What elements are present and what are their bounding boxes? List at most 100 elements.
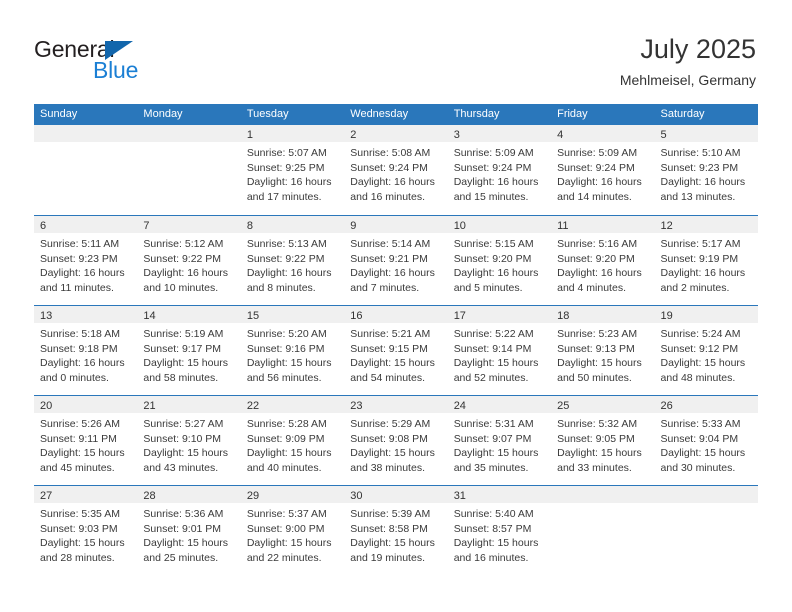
day-details: Sunrise: 5:26 AM Sunset: 9:11 PM Daylight:… — [34, 413, 137, 475]
sunset-text: Sunset: 9:08 PM — [350, 432, 428, 445]
day-cell[interactable]: 29 Sunrise: 5:37 AM Sunset: 9:00 PM Dayligh… — [240, 486, 345, 575]
day-cell[interactable]: 10 Sunrise: 5:15 AM Sunset: 9:20 PM Dayligh… — [447, 216, 552, 305]
daylight-text: Daylight: 15 hours and 38 minutes. — [350, 447, 435, 474]
day-cell[interactable]: 20 Sunrise: 5:26 AM Sunset: 9:11 PM Dayligh… — [34, 396, 138, 485]
sunrise-text: Sunrise: 5:35 AM — [40, 508, 120, 520]
day-details: Sunrise: 5:36 AM Sunset: 9:01 PM Daylight:… — [137, 503, 240, 565]
day-details: Sunrise: 5:20 AM Sunset: 9:16 PM Daylight:… — [241, 323, 344, 385]
day-number-band: 13 — [34, 306, 138, 323]
day-cell[interactable]: 13 Sunrise: 5:18 AM Sunset: 9:18 PM Dayligh… — [34, 306, 138, 395]
daylight-text: Daylight: 15 hours and 22 minutes. — [246, 537, 332, 564]
day-number: 17 — [453, 310, 466, 322]
weekday-wednesday: Wednesday — [350, 108, 409, 120]
sunset-text: Sunset: 9:07 PM — [453, 432, 532, 445]
day-cell[interactable]: 28 Sunrise: 5:36 AM Sunset: 9:01 PM Dayligh… — [137, 486, 241, 575]
day-cell[interactable]: 3 Sunrise: 5:09 AM Sunset: 9:24 PM Daylight… — [447, 125, 552, 214]
day-number: 29 — [246, 490, 260, 502]
day-number-band: 18 — [551, 306, 655, 323]
day-number-band: 8 — [240, 216, 345, 233]
day-cell[interactable]: 8 Sunrise: 5:13 AM Sunset: 9:22 PM Daylight… — [240, 216, 345, 305]
day-cell[interactable]: 26 Sunrise: 5:33 AM Sunset: 9:04 PM Dayligh… — [654, 396, 758, 485]
day-cell[interactable]: 1 Sunrise: 5:07 AM Sunset: 9:25 PM Daylight… — [240, 125, 345, 214]
daylight-text: Daylight: 15 hours and 43 minutes. — [143, 447, 229, 474]
day-cell[interactable]: 9 Sunrise: 5:14 AM Sunset: 9:21 PM Daylight… — [344, 216, 448, 305]
page-title: July 2025 — [640, 34, 756, 64]
sunrise-text: Sunrise: 5:09 AM — [557, 147, 638, 159]
day-details: Sunrise: 5:39 AM Sunset: 8:58 PM Daylight:… — [344, 503, 447, 565]
weekday-thursday: Thursday — [453, 108, 500, 120]
day-cell[interactable]: 11 Sunrise: 5:16 AM Sunset: 9:20 PM Dayligh… — [551, 216, 655, 305]
day-number-band — [654, 486, 758, 503]
sunset-text: Sunset: 9:13 PM — [557, 342, 635, 355]
day-cell[interactable]: 25 Sunrise: 5:32 AM Sunset: 9:05 PM Dayligh… — [551, 396, 655, 485]
day-cell[interactable]: 5 Sunrise: 5:10 AM Sunset: 9:23 PM Daylight… — [654, 125, 758, 214]
day-number-band: 7 — [137, 216, 241, 233]
day-cell[interactable]: 19 Sunrise: 5:24 AM Sunset: 9:12 PM Dayligh… — [654, 306, 758, 395]
day-cell[interactable]: 22 Sunrise: 5:28 AM Sunset: 9:09 PM Dayligh… — [240, 396, 345, 485]
daylight-text: Daylight: 15 hours and 19 minutes. — [350, 537, 435, 564]
day-number-band: 6 — [34, 216, 138, 233]
day-cell[interactable]: 24 Sunrise: 5:31 AM Sunset: 9:07 PM Dayligh… — [447, 396, 552, 485]
daylight-text: Daylight: 15 hours and 58 minutes. — [143, 357, 229, 384]
day-number: 21 — [143, 400, 156, 412]
day-number: 11 — [557, 220, 569, 232]
sunrise-text: Sunrise: 5:17 AM — [660, 238, 741, 250]
day-cell[interactable]: 7 Sunrise: 5:12 AM Sunset: 9:22 PM Daylight… — [137, 216, 241, 305]
day-number-band: 19 — [654, 306, 758, 323]
sunset-text: Sunset: 9:22 PM — [143, 252, 222, 265]
calendar-week-row: 20 Sunrise: 5:26 AM Sunset: 9:11 PM Dayligh… — [34, 395, 758, 485]
sunrise-text: Sunrise: 5:20 AM — [246, 328, 327, 340]
day-cell[interactable]: 23 Sunrise: 5:29 AM Sunset: 9:08 PM Dayligh… — [344, 396, 448, 485]
weekday-monday: Monday — [143, 108, 183, 120]
day-cell[interactable]: 31 Sunrise: 5:40 AM Sunset: 8:57 PM Dayligh… — [447, 486, 552, 575]
day-details: Sunrise: 5:22 AM Sunset: 9:14 PM Daylight:… — [448, 323, 551, 385]
sunset-text: Sunset: 9:24 PM — [453, 161, 532, 174]
sunrise-text: Sunrise: 5:07 AM — [246, 147, 327, 159]
daylight-text: Daylight: 16 hours and 0 minutes. — [40, 357, 125, 384]
day-cell[interactable]: 6 Sunrise: 5:11 AM Sunset: 9:23 PM Daylight… — [34, 216, 138, 305]
calendar-week-row: 1 Sunrise: 5:07 AM Sunset: 9:25 PM Daylight… — [34, 125, 758, 215]
day-number: 25 — [557, 400, 570, 412]
sunset-text: Sunset: 9:24 PM — [557, 161, 635, 174]
sunrise-text: Sunrise: 5:22 AM — [453, 328, 534, 340]
day-cell[interactable]: 27 Sunrise: 5:35 AM Sunset: 9:03 PM Dayligh… — [34, 486, 138, 575]
day-number-band: 23 — [344, 396, 448, 413]
sunrise-text: Sunrise: 5:18 AM — [40, 328, 120, 340]
sunrise-text: Sunrise: 5:21 AM — [350, 328, 431, 340]
day-cell[interactable]: 18 Sunrise: 5:23 AM Sunset: 9:13 PM Dayligh… — [551, 306, 655, 395]
calendar-week-row: 27 Sunrise: 5:35 AM Sunset: 9:03 PM Dayligh… — [34, 485, 758, 575]
day-number: 27 — [40, 490, 53, 502]
daylight-text: Daylight: 16 hours and 10 minutes. — [143, 267, 229, 294]
day-details: Sunrise: 5:08 AM Sunset: 9:24 PM Daylight:… — [344, 142, 447, 204]
day-cell[interactable]: 17 Sunrise: 5:22 AM Sunset: 9:14 PM Dayligh… — [447, 306, 552, 395]
day-cell[interactable]: 16 Sunrise: 5:21 AM Sunset: 9:15 PM Dayligh… — [344, 306, 448, 395]
sunset-text: Sunset: 9:04 PM — [660, 432, 739, 445]
day-cell[interactable]: 4 Sunrise: 5:09 AM Sunset: 9:24 PM Daylight… — [551, 125, 655, 214]
sunrise-text: Sunrise: 5:11 AM — [40, 238, 120, 250]
day-cell[interactable]: 14 Sunrise: 5:19 AM Sunset: 9:17 PM Dayligh… — [137, 306, 241, 395]
sunrise-text: Sunrise: 5:14 AM — [350, 238, 431, 250]
daylight-text: Daylight: 15 hours and 48 minutes. — [660, 357, 746, 384]
generalblue-logo[interactable]: General Blue — [34, 36, 254, 92]
day-number-band — [551, 486, 655, 503]
daylight-text: Daylight: 16 hours and 11 minutes. — [40, 267, 125, 294]
day-details: Sunrise: 5:10 AM Sunset: 9:23 PM Daylight:… — [655, 142, 758, 204]
day-details: Sunrise: 5:14 AM Sunset: 9:21 PM Daylight:… — [344, 233, 447, 295]
day-cell[interactable]: 15 Sunrise: 5:20 AM Sunset: 9:16 PM Dayligh… — [240, 306, 345, 395]
day-number-band: 29 — [240, 486, 345, 503]
day-number: 2 — [350, 129, 357, 141]
daylight-text: Daylight: 15 hours and 50 minutes. — [557, 357, 642, 384]
day-details: Sunrise: 5:29 AM Sunset: 9:08 PM Daylight:… — [344, 413, 447, 475]
sunrise-text: Sunrise: 5:09 AM — [453, 147, 534, 159]
day-number-band: 20 — [34, 396, 138, 413]
sunset-text: Sunset: 9:05 PM — [557, 432, 635, 445]
day-cell[interactable]: 2 Sunrise: 5:08 AM Sunset: 9:24 PM Daylight… — [344, 125, 448, 214]
day-number-band: 28 — [137, 486, 241, 503]
sunrise-text: Sunrise: 5:33 AM — [660, 418, 741, 430]
day-cell[interactable]: 30 Sunrise: 5:39 AM Sunset: 8:58 PM Dayligh… — [344, 486, 448, 575]
sunset-text: Sunset: 9:15 PM — [350, 342, 428, 355]
weekday-header-row: Sunday Monday Tuesday Wednesday Thursday… — [34, 104, 758, 125]
day-cell[interactable]: 12 Sunrise: 5:17 AM Sunset: 9:19 PM Dayligh… — [654, 216, 758, 305]
day-cell[interactable]: 21 Sunrise: 5:27 AM Sunset: 9:10 PM Dayligh… — [137, 396, 241, 485]
sunrise-text: Sunrise: 5:31 AM — [453, 418, 534, 430]
